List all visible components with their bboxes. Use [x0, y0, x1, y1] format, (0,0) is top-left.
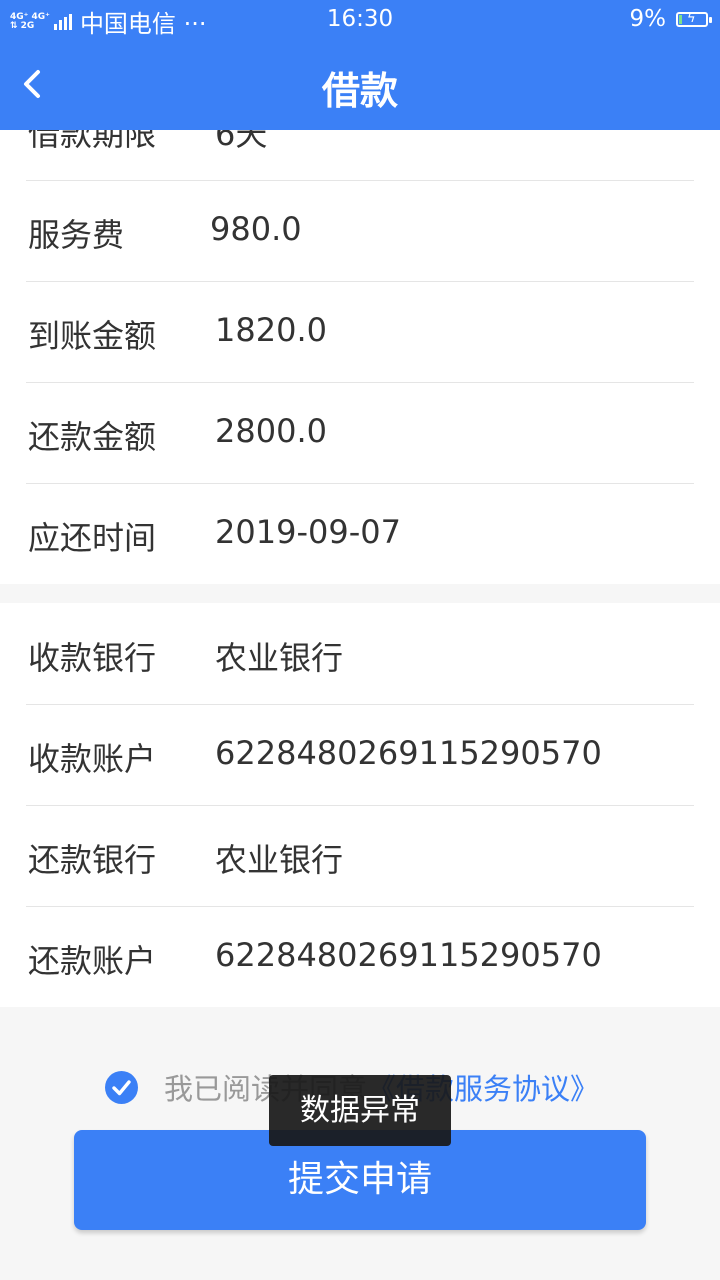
- status-right: 9% ϟ: [629, 6, 712, 32]
- loan-details-card: 借款期限 6天 服务费 980.0 到账金额 1820.0 还款金额 2800.…: [0, 79, 720, 584]
- detail-value: 1820.0: [215, 311, 327, 349]
- status-time: 16:30: [326, 6, 394, 32]
- nav-bar: 借款: [0, 38, 720, 130]
- battery-icon: ϟ: [676, 11, 712, 27]
- detail-row-receiving-bank: 收款银行 农业银行: [0, 603, 720, 704]
- page-title: 借款: [321, 69, 398, 113]
- detail-label: 收款账户: [28, 740, 157, 778]
- battery-percent: 9%: [629, 6, 667, 32]
- detail-value: 2800.0: [215, 412, 327, 450]
- error-toast: 数据异常: [269, 1075, 451, 1146]
- detail-value: 980.0: [210, 210, 302, 248]
- detail-row-due-date: 应还时间 2019-09-07: [0, 483, 720, 584]
- detail-row-received: 到账金额 1820.0: [0, 281, 720, 382]
- detail-row-repay-amount: 还款金额 2800.0: [0, 382, 720, 483]
- detail-label: 还款金额: [28, 418, 157, 456]
- detail-value: 6228480269115290570: [215, 936, 602, 974]
- checkmark-icon: [112, 1079, 131, 1095]
- detail-row-repay-bank: 还款银行 农业银行: [0, 805, 720, 906]
- detail-row-repay-account: 还款账户 6228480269115290570: [0, 906, 720, 1007]
- detail-value: 农业银行: [215, 841, 344, 879]
- detail-value: 农业银行: [215, 639, 344, 677]
- detail-label: 收款银行: [28, 639, 157, 677]
- detail-label: 还款银行: [28, 841, 157, 879]
- agreement-checkbox[interactable]: [105, 1070, 138, 1104]
- detail-value: 6228480269115290570: [215, 734, 602, 772]
- detail-value: 2019-09-07: [215, 513, 401, 551]
- detail-label: 到账金额: [28, 317, 157, 355]
- detail-label: 还款账户: [28, 942, 157, 980]
- detail-label: 服务费: [28, 216, 125, 254]
- status-bar: 4G⁺ 4G⁺ ⇅ 2G 中国电信 ··· 16:30 9% ϟ: [0, 0, 720, 38]
- detail-row-receiving-account: 收款账户 6228480269115290570: [0, 704, 720, 805]
- bank-details-card: 收款银行 农业银行 收款账户 6228480269115290570 还款银行 …: [0, 603, 720, 1007]
- detail-row-fee: 服务费 980.0: [0, 180, 720, 281]
- detail-label: 应还时间: [28, 519, 157, 557]
